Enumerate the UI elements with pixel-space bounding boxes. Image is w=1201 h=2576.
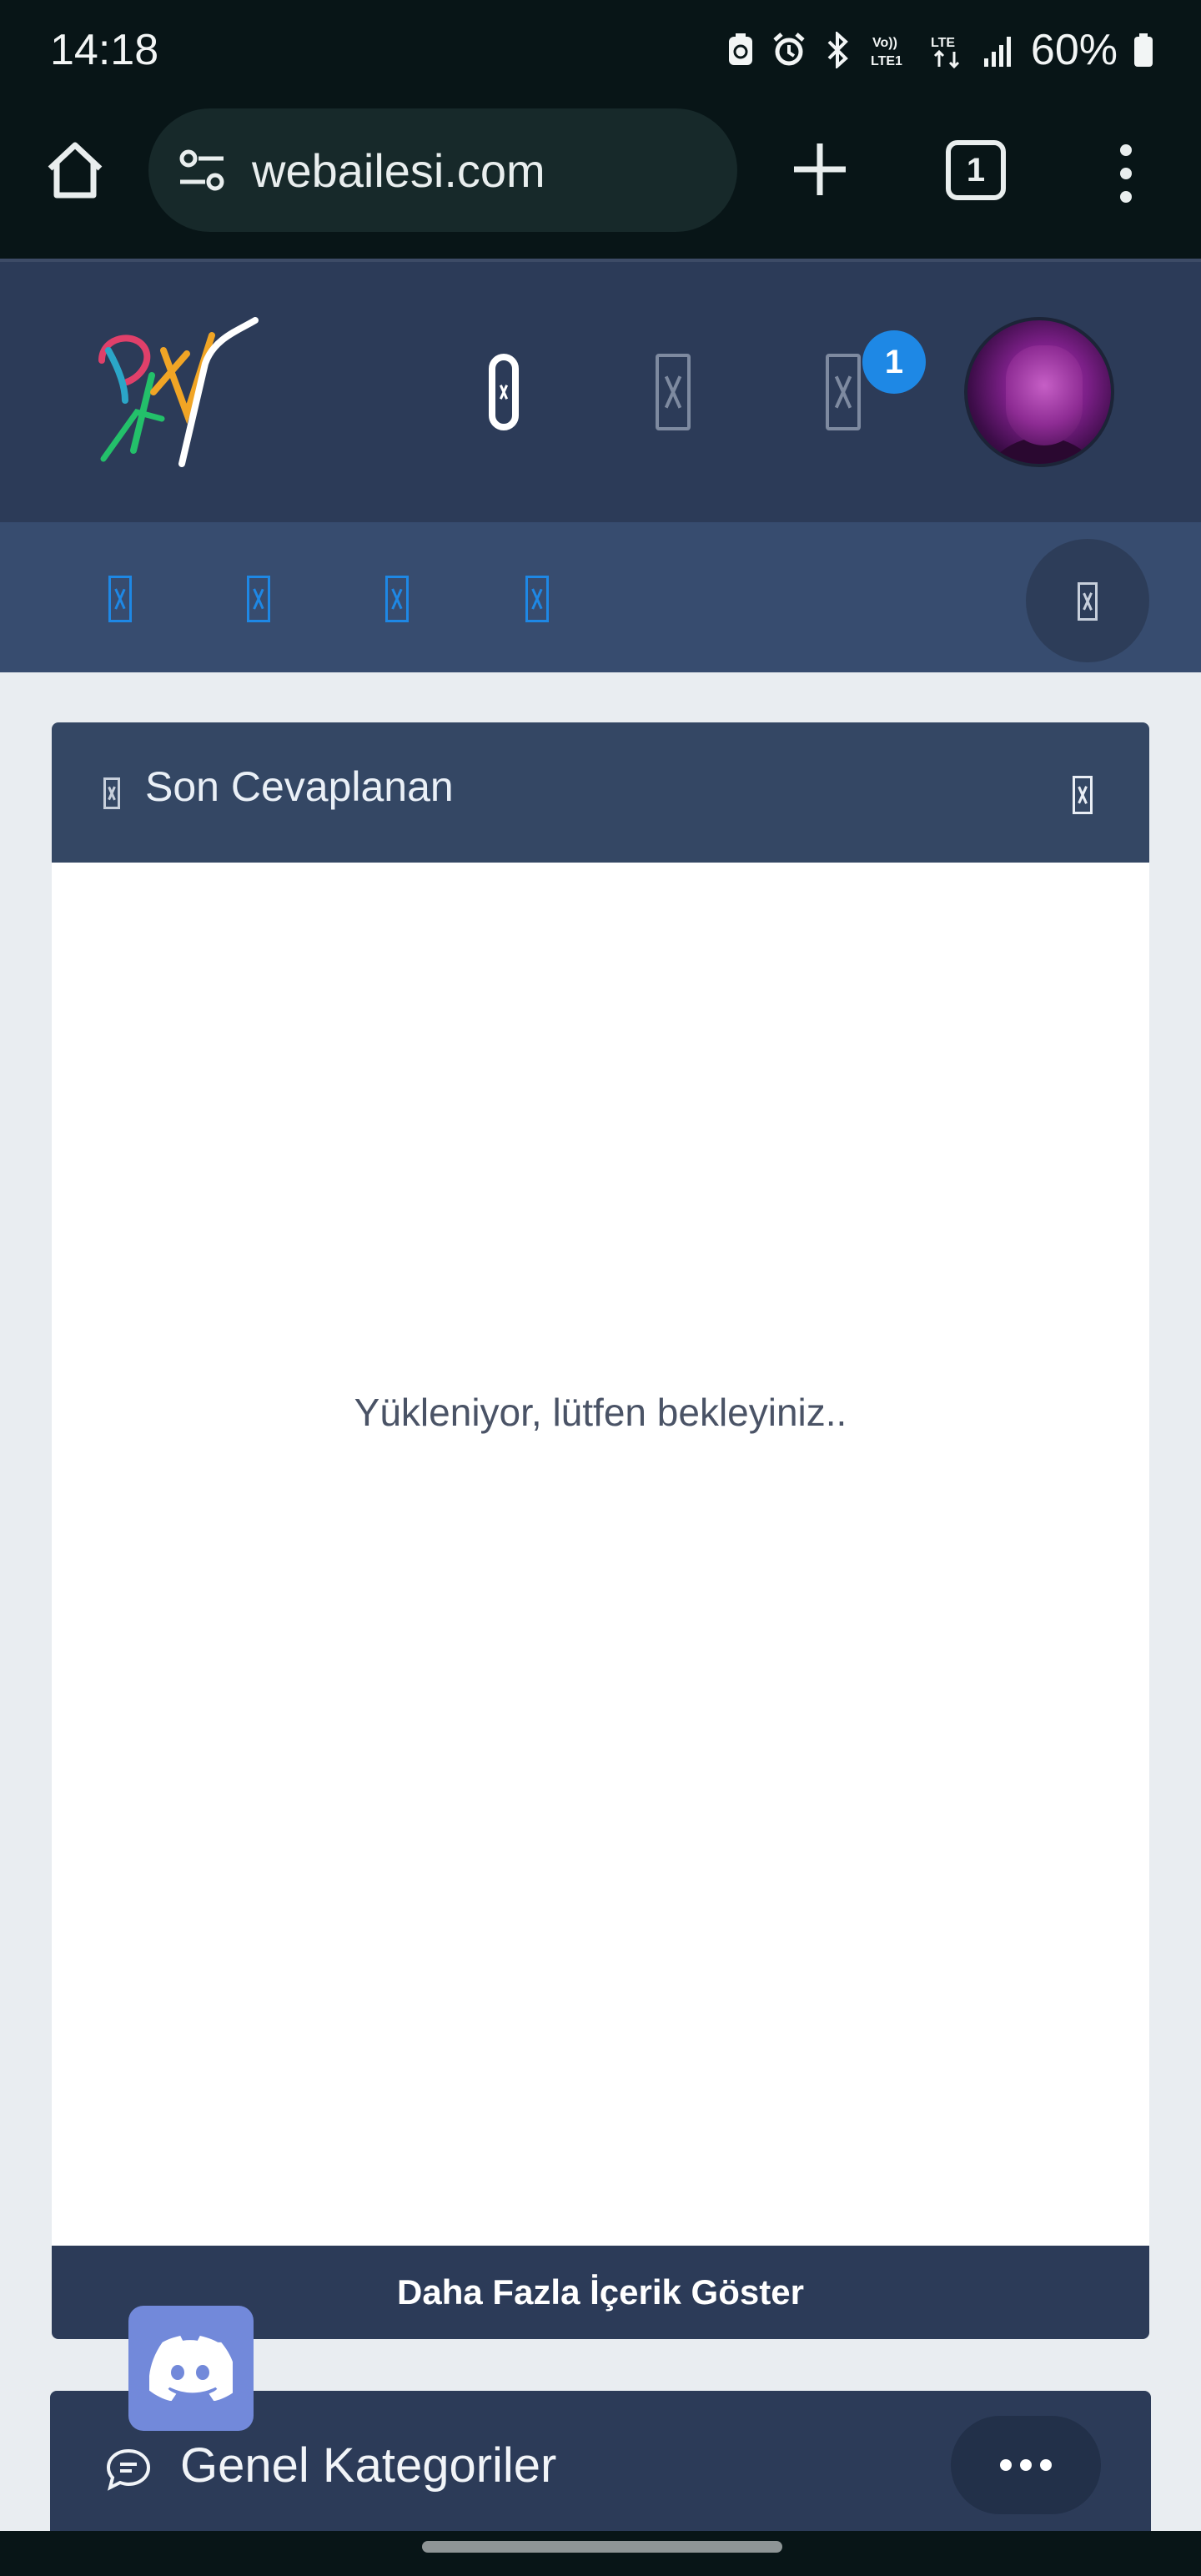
battery-percent: 60%	[1030, 26, 1118, 74]
dot-icon	[1040, 2459, 1052, 2471]
categories-title: Genel Kategoriler	[180, 2438, 557, 2493]
more-vert-icon	[1120, 144, 1132, 203]
user-avatar[interactable]	[964, 317, 1114, 467]
volte-lte1-icon: Vo)) LTE1	[869, 32, 914, 68]
search-icon	[1078, 582, 1098, 621]
svg-text:Vo)): Vo))	[872, 36, 897, 50]
logo-icon	[98, 317, 259, 467]
status-icons: Vo)) LTE1 LTE 60%	[724, 25, 1154, 75]
discord-button[interactable]	[128, 2306, 254, 2431]
widget-title: Son Cevaplanan	[145, 763, 454, 810]
nav-item-4-icon[interactable]	[525, 576, 549, 622]
tab-switcher-button[interactable]: 1	[946, 140, 1006, 200]
alarm-icon	[772, 32, 806, 68]
recycle-icon	[724, 32, 757, 68]
url-text[interactable]: webailesi.com	[252, 143, 545, 198]
status-bar: 14:18 Vo)) LTE1 LTE 60%	[0, 0, 1201, 105]
latest-replies-widget: Son Cevaplanan Yükleniyor, lütfen bekley…	[52, 722, 1149, 2339]
home-icon	[48, 142, 103, 199]
site-header: 1	[0, 259, 1201, 522]
nav-bar	[0, 522, 1201, 672]
widget-toggle-icon[interactable]	[1073, 776, 1093, 814]
svg-text:LTE1: LTE1	[871, 54, 902, 68]
battery-icon	[1133, 32, 1154, 68]
gesture-handle[interactable]	[422, 2541, 782, 2553]
browser-menu-button[interactable]	[1109, 142, 1143, 205]
dot-icon	[1020, 2459, 1032, 2471]
nav-item-3-icon[interactable]	[385, 576, 409, 622]
discord-icon	[149, 2336, 233, 2401]
lte-icon: LTE	[929, 32, 967, 69]
categories-more-button[interactable]	[951, 2416, 1101, 2514]
home-button[interactable]	[43, 138, 107, 202]
svg-text:LTE: LTE	[931, 36, 955, 50]
site-logo[interactable]	[83, 317, 267, 475]
signal-icon	[982, 32, 1016, 68]
notifications-icon[interactable]	[826, 354, 861, 430]
widget-header-icon	[103, 777, 120, 809]
status-time: 14:18	[50, 26, 159, 74]
chat-icon	[106, 2448, 151, 2491]
site-settings-icon[interactable]	[177, 145, 227, 195]
mobile-icon[interactable]	[489, 354, 524, 430]
search-button[interactable]	[1026, 539, 1149, 662]
bluetooth-icon	[821, 30, 854, 70]
dot-icon	[1000, 2459, 1012, 2471]
nav-item-2-icon[interactable]	[247, 576, 270, 622]
loading-message: Yükleniyor, lütfen bekleyiniz..	[354, 1391, 847, 1434]
new-tab-button[interactable]	[791, 140, 849, 199]
browser-toolbar: webailesi.com 1	[0, 105, 1201, 259]
nav-item-1-icon[interactable]	[108, 576, 132, 622]
plus-icon	[794, 143, 846, 195]
tab-count: 1	[946, 140, 1006, 200]
notification-badge: 1	[862, 330, 926, 394]
widget-header: Son Cevaplanan	[52, 722, 1149, 863]
address-bar[interactable]: webailesi.com	[148, 108, 737, 232]
messages-icon[interactable]	[656, 354, 691, 430]
gesture-bar	[0, 2531, 1201, 2576]
